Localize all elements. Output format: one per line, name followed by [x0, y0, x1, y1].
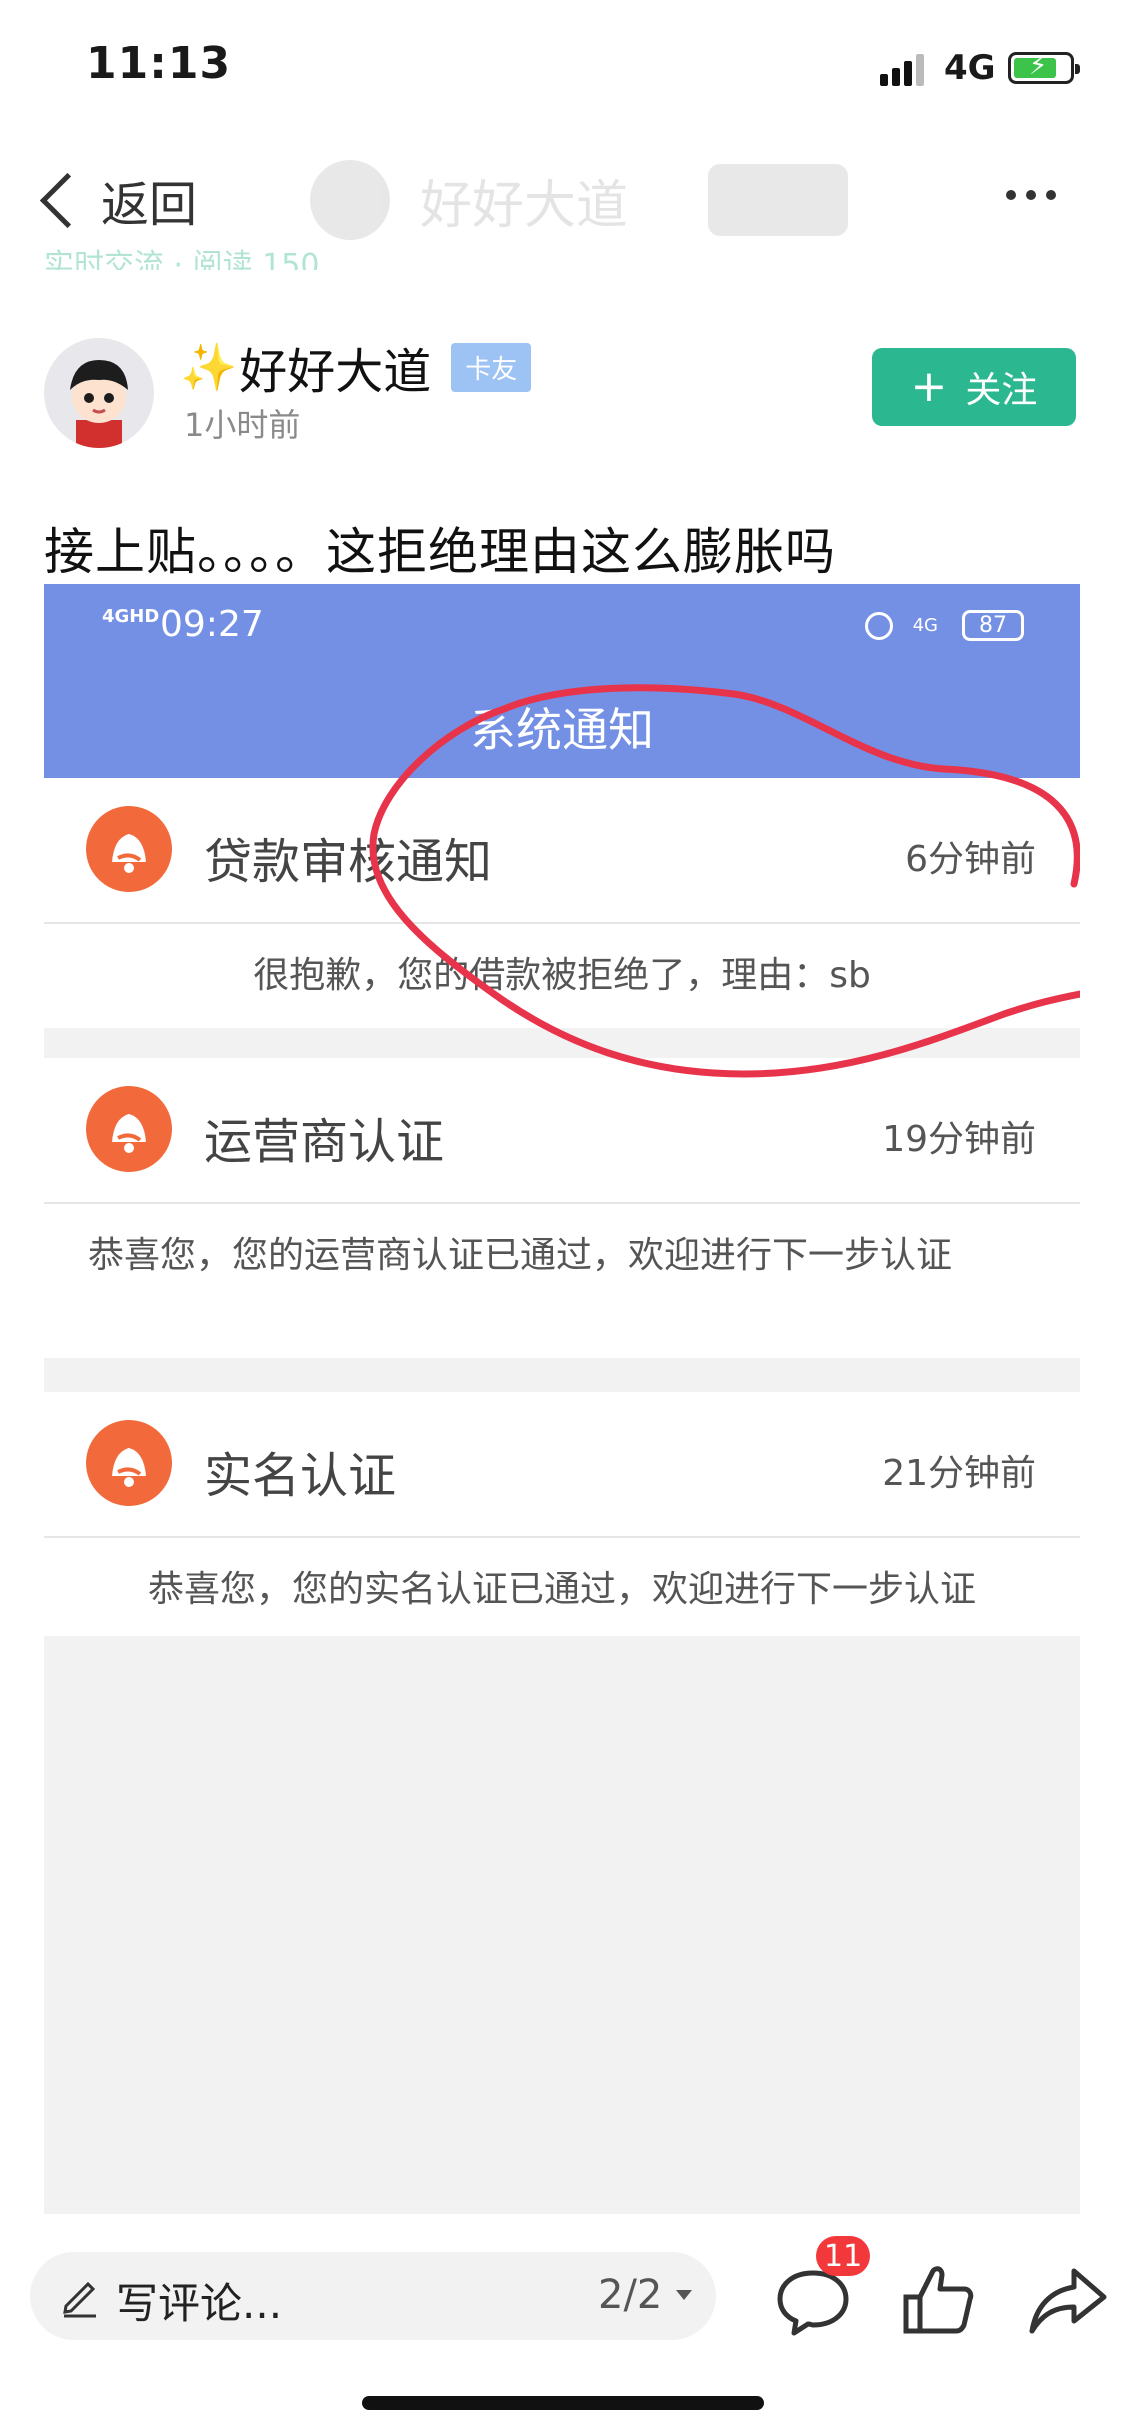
- like-icon: [903, 2266, 974, 2334]
- follow-label: 关注: [965, 370, 1038, 411]
- back-label: 返回: [101, 177, 198, 233]
- notification-title: 实名认证: [204, 1448, 397, 1504]
- notification-body: 恭喜您，您的运营商认证已通过，欢迎进行下一步认证: [88, 1235, 953, 1276]
- follow-button[interactable]: + 关注: [872, 348, 1076, 426]
- chevron-down-icon: [676, 2290, 692, 2300]
- scrolled-subtitle: 实时交流 · 阅读 150: [44, 248, 320, 270]
- comment-placeholder: 写评论...: [116, 2279, 283, 2328]
- like-button[interactable]: [894, 2255, 984, 2345]
- post-time: 1小时前: [184, 406, 301, 444]
- notification-body: 恭喜您，您的实名认证已通过，欢迎进行下一步认证: [147, 1569, 976, 1610]
- post-image[interactable]: 4GHD 09:27 4G 87 系统通知 贷款审核通知 6分钟前 很抱歉，您的…: [44, 584, 1080, 2214]
- sparkle-icon: ✨: [180, 339, 238, 394]
- home-indicator: [362, 2396, 764, 2410]
- notification-time: 21分钟前: [882, 1453, 1036, 1494]
- comment-count-badge: 11: [816, 2236, 871, 2276]
- battery-icon: ⚡: [1008, 51, 1080, 84]
- author-name-text: 好好大道: [239, 344, 432, 400]
- back-chevron-icon: [39, 172, 96, 228]
- back-button[interactable]: 返回: [30, 160, 197, 240]
- share-icon: [1029, 2268, 1107, 2334]
- pen-icon: [63, 2281, 96, 2318]
- red-circle-annotation: [369, 684, 1080, 1078]
- user-badge: 卡友: [451, 342, 532, 392]
- nav-follow-ghost: [708, 164, 849, 236]
- avatar[interactable]: [44, 338, 154, 448]
- bell-icon: [86, 1420, 172, 1506]
- notification-card: 实名认证 21分钟前 恭喜您，您的实名认证已通过，欢迎进行下一步认证: [44, 1392, 1080, 1636]
- comment-input[interactable]: 写评论... 2/2: [30, 2252, 716, 2340]
- share-button[interactable]: [1024, 2255, 1114, 2345]
- network-label: 4G: [944, 48, 996, 88]
- author-name[interactable]: ✨ 好好大道 卡友: [180, 332, 532, 402]
- more-icon[interactable]: [1006, 190, 1056, 202]
- plus-icon: +: [910, 361, 948, 412]
- signal-icon: [880, 52, 932, 86]
- status-time: 11:13: [86, 38, 232, 89]
- post-text: 接上贴。。。。这拒绝理由这么膨胀吗: [44, 523, 836, 581]
- nav-avatar: [310, 160, 390, 240]
- nav-collapsed-author: 好好大道: [310, 160, 930, 240]
- nav-title: 好好大道: [420, 175, 629, 236]
- page-indicator[interactable]: 2/2: [598, 2272, 662, 2318]
